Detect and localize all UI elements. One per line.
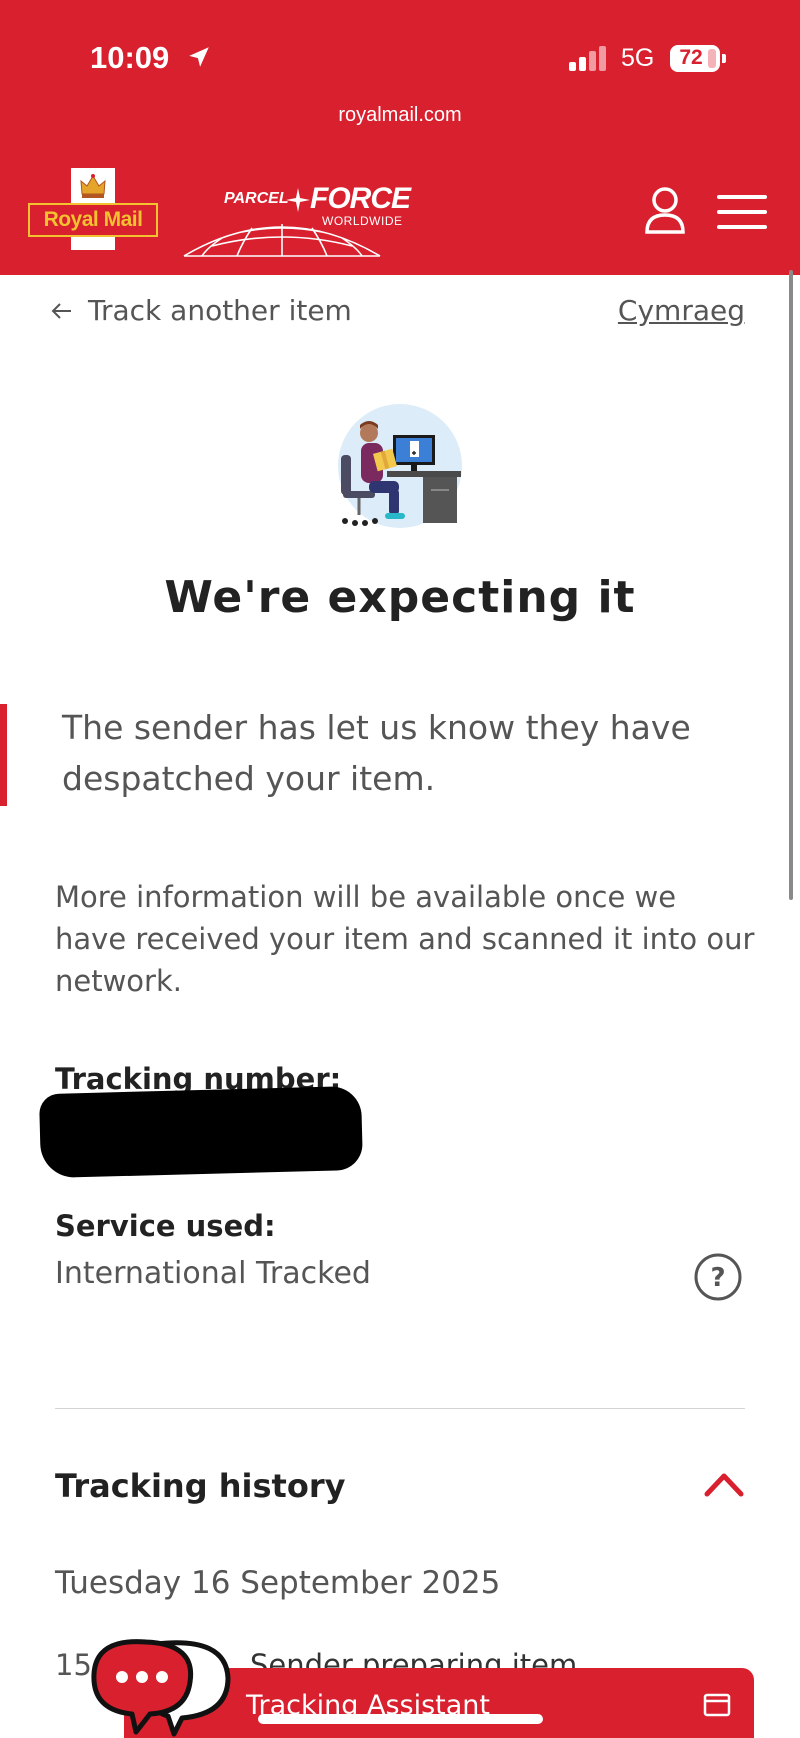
crown-icon	[80, 174, 106, 198]
account-icon[interactable]	[640, 185, 690, 235]
chat-bubble-icon[interactable]	[86, 1634, 236, 1738]
service-used-label: Service used:	[55, 1209, 276, 1243]
status-info-text: More information will be available once …	[55, 880, 755, 998]
royal-mail-logo[interactable]: Royal Mail	[28, 168, 158, 250]
person-at-computer-illustration	[338, 404, 462, 528]
language-toggle-link[interactable]: Cymraeg	[600, 294, 745, 327]
compass-star-icon	[286, 188, 310, 212]
globe-grid-icon	[183, 224, 381, 257]
location-arrow-icon	[189, 47, 209, 67]
arrow-left-icon	[51, 302, 71, 319]
section-divider	[55, 1408, 745, 1409]
network-type: 5G	[621, 44, 655, 72]
help-question-icon[interactable]: ?	[693, 1252, 743, 1302]
chevron-up-icon[interactable]	[703, 1470, 745, 1498]
tracking-number-redacted	[38, 1085, 364, 1179]
battery-level: 72	[679, 46, 703, 69]
status-time: 10:09	[90, 40, 170, 75]
callout-accent-bar	[0, 704, 7, 806]
menu-hamburger-icon[interactable]	[716, 192, 768, 232]
home-indicator[interactable]	[258, 1714, 543, 1724]
page-title: We're expecting it	[164, 572, 636, 623]
battery-icon: 72	[670, 45, 720, 72]
signal-icon	[569, 46, 606, 71]
track-another-item-link[interactable]: Track another item	[50, 294, 352, 327]
parcelforce-logo[interactable]: PARCEL FORCE WORLDWIDE	[182, 180, 411, 257]
service-used-value: International Tracked	[55, 1256, 371, 1291]
status-callout: The sender has let us know they have des…	[62, 708, 691, 798]
history-date: Tuesday 16 September 2025	[55, 1565, 501, 1601]
address-bar-url[interactable]: royalmail.com	[0, 104, 800, 127]
tracking-history-title[interactable]: Tracking history	[55, 1467, 345, 1505]
svg-text:?: ?	[710, 1263, 725, 1293]
window-expand-icon[interactable]	[703, 1693, 731, 1717]
battery-nub	[722, 54, 726, 63]
